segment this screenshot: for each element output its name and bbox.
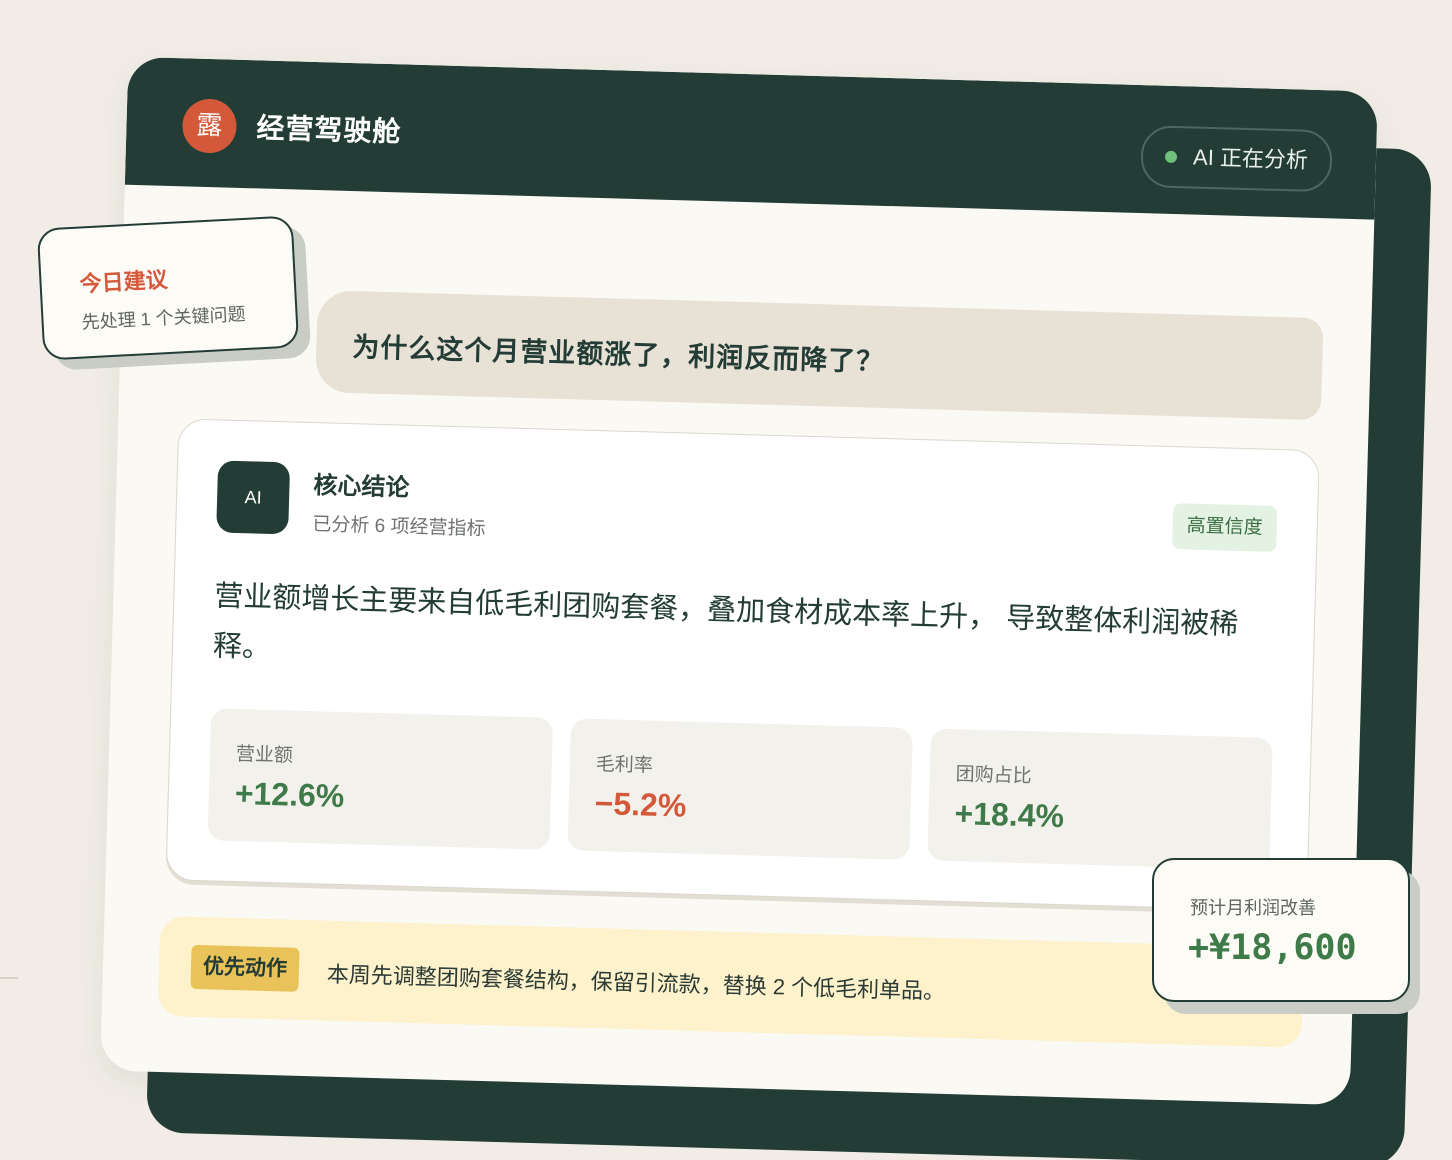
tip-subtitle: 先处理 1 个关键问题: [81, 303, 247, 333]
metric-label: 毛利率: [595, 754, 654, 777]
tip-title: 今日建议: [79, 267, 169, 297]
ai-status-pill[interactable]: AI 正在分析: [1140, 125, 1333, 193]
ai-avatar: AI: [216, 460, 291, 535]
metric-card-revenue[interactable]: 营业额 +12.6%: [207, 708, 554, 850]
metrics-row: 营业额 +12.6% 毛利率 −5.2% 团购占比 +18.4%: [207, 708, 1273, 872]
metric-value: −5.2%: [594, 785, 687, 824]
priority-action-bar[interactable]: 优先动作 本周先调整团购套餐结构，保留引流款，替换 2 个低毛利单品。: [157, 915, 1304, 1048]
decorative-line: [0, 977, 18, 979]
priority-action-text: 本周先调整团购套餐结构，保留引流款，替换 2 个低毛利单品。: [326, 961, 946, 1004]
metric-label: 营业额: [235, 744, 294, 767]
brand-logo: 露: [181, 98, 238, 154]
app-title: 经营驾驶舱: [256, 112, 402, 148]
ai-answer-card: AI 核心结论 已分析 6 项经营指标 高置信度 营业额增长主要来自低毛利团购套…: [165, 418, 1320, 912]
user-question-bubble: 为什么这个月营业额涨了，利润反而降了？: [315, 290, 1324, 421]
daily-tip-card[interactable]: 今日建议 先处理 1 个关键问题: [36, 215, 300, 361]
metric-label: 团购占比: [955, 764, 1032, 788]
confidence-badge: 高置信度: [1172, 503, 1278, 552]
metric-card-gross-margin[interactable]: 毛利率 −5.2%: [567, 718, 913, 860]
answer-title: 核心结论: [313, 472, 410, 502]
stage: 露 经营驾驶舱 AI 正在分析 为什么这个月营业额涨了，利润反而降了？ AI 核…: [0, 0, 1452, 1160]
metric-value: +12.6%: [234, 775, 345, 815]
metric-card-group-buy-share[interactable]: 团购占比 +18.4%: [927, 728, 1273, 870]
conclusion-text: 营业额增长主要来自低毛利团购套餐，叠加食材成本率上升， 导致整体利润被稀释。: [212, 578, 1239, 664]
status-dot-icon: [1164, 150, 1178, 164]
user-question-text: 为什么这个月营业额涨了，利润反而降了？: [351, 332, 885, 377]
profit-label: 预计月利润改善: [1190, 898, 1316, 918]
profit-value: +¥18,600: [1188, 928, 1357, 968]
profit-estimate-card[interactable]: 预计月利润改善 +¥18,600: [1152, 858, 1410, 1002]
answer-subtitle: 已分析 6 项经营指标: [312, 514, 486, 540]
metric-value: +18.4%: [954, 795, 1065, 835]
app-header: 露 经营驾驶舱 AI 正在分析: [124, 56, 1378, 220]
priority-action-tag: 优先动作: [190, 944, 300, 992]
ai-status-label: AI 正在分析: [1192, 144, 1309, 173]
